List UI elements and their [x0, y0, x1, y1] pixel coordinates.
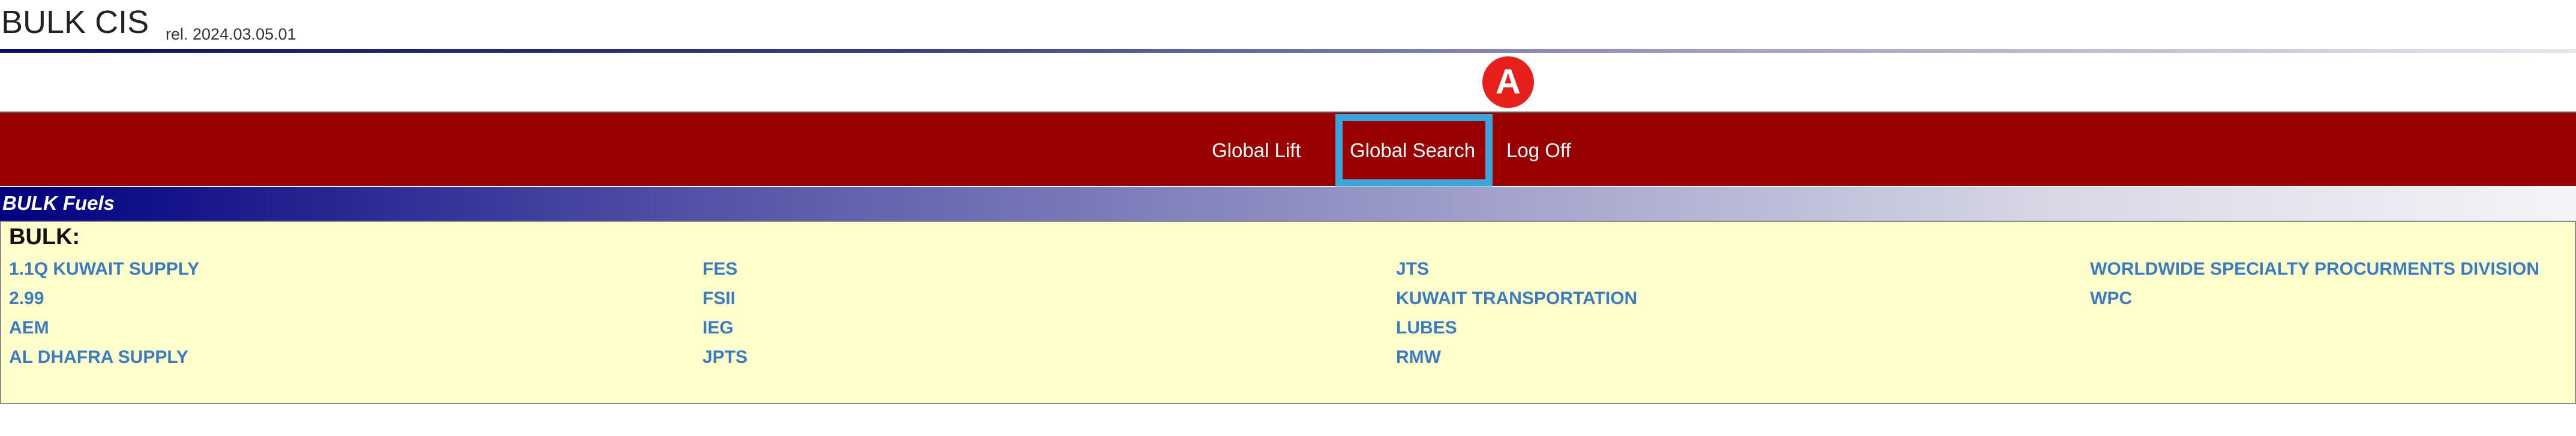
link-rmw[interactable]: RMW	[1396, 347, 1637, 377]
section-header-bar: BULK Fuels	[0, 187, 2576, 221]
main-navbar: Global Lift Global Search Log Off	[0, 112, 2576, 186]
app-title: BULK CIS	[1, 4, 149, 40]
link-al-dhafra-supply[interactable]: AL DHAFRA SUPPLY	[9, 347, 199, 377]
nav-log-off[interactable]: Log Off	[1506, 139, 1571, 162]
link-column-1: 1.1Q KUWAIT SUPPLY 2.99 AEM AL DHAFRA SU…	[9, 259, 199, 377]
section-title: BULK Fuels	[2, 192, 115, 214]
link-fes[interactable]: FES	[702, 259, 747, 288]
link-column-2: FES FSII IEG JPTS	[702, 259, 747, 377]
release-version: rel. 2024.03.05.01	[166, 25, 296, 43]
panel-heading: BULK:	[9, 224, 80, 249]
link-jpts[interactable]: JPTS	[702, 347, 747, 377]
link-wpc[interactable]: WPC	[2090, 288, 2539, 318]
header-divider	[0, 49, 2576, 53]
link-aem[interactable]: AEM	[9, 318, 199, 347]
annotation-marker: A	[1479, 53, 1537, 111]
link-kuwait-transportation[interactable]: KUWAIT TRANSPORTATION	[1396, 288, 1637, 318]
link-fsii[interactable]: FSII	[702, 288, 747, 318]
link-column-4: WORLDWIDE SPECIALTY PROCURMENTS DIVISION…	[2090, 259, 2539, 318]
bulk-links-panel: BULK: 1.1Q KUWAIT SUPPLY 2.99 AEM AL DHA…	[0, 221, 2576, 404]
link-1-1q-kuwait-supply[interactable]: 1.1Q KUWAIT SUPPLY	[9, 259, 199, 288]
nav-global-lift[interactable]: Global Lift	[1212, 139, 1301, 162]
link-jts[interactable]: JTS	[1396, 259, 1637, 288]
link-column-3: JTS KUWAIT TRANSPORTATION LUBES RMW	[1396, 259, 1637, 377]
link-ieg[interactable]: IEG	[702, 318, 747, 347]
link-lubes[interactable]: LUBES	[1396, 318, 1637, 347]
link-2-99[interactable]: 2.99	[9, 288, 199, 318]
page-header: BULK CIS rel. 2024.03.05.01	[0, 0, 2576, 54]
link-worldwide-specialty-procurments-division[interactable]: WORLDWIDE SPECIALTY PROCURMENTS DIVISION	[2090, 259, 2539, 288]
nav-global-search[interactable]: Global Search	[1350, 139, 1475, 162]
